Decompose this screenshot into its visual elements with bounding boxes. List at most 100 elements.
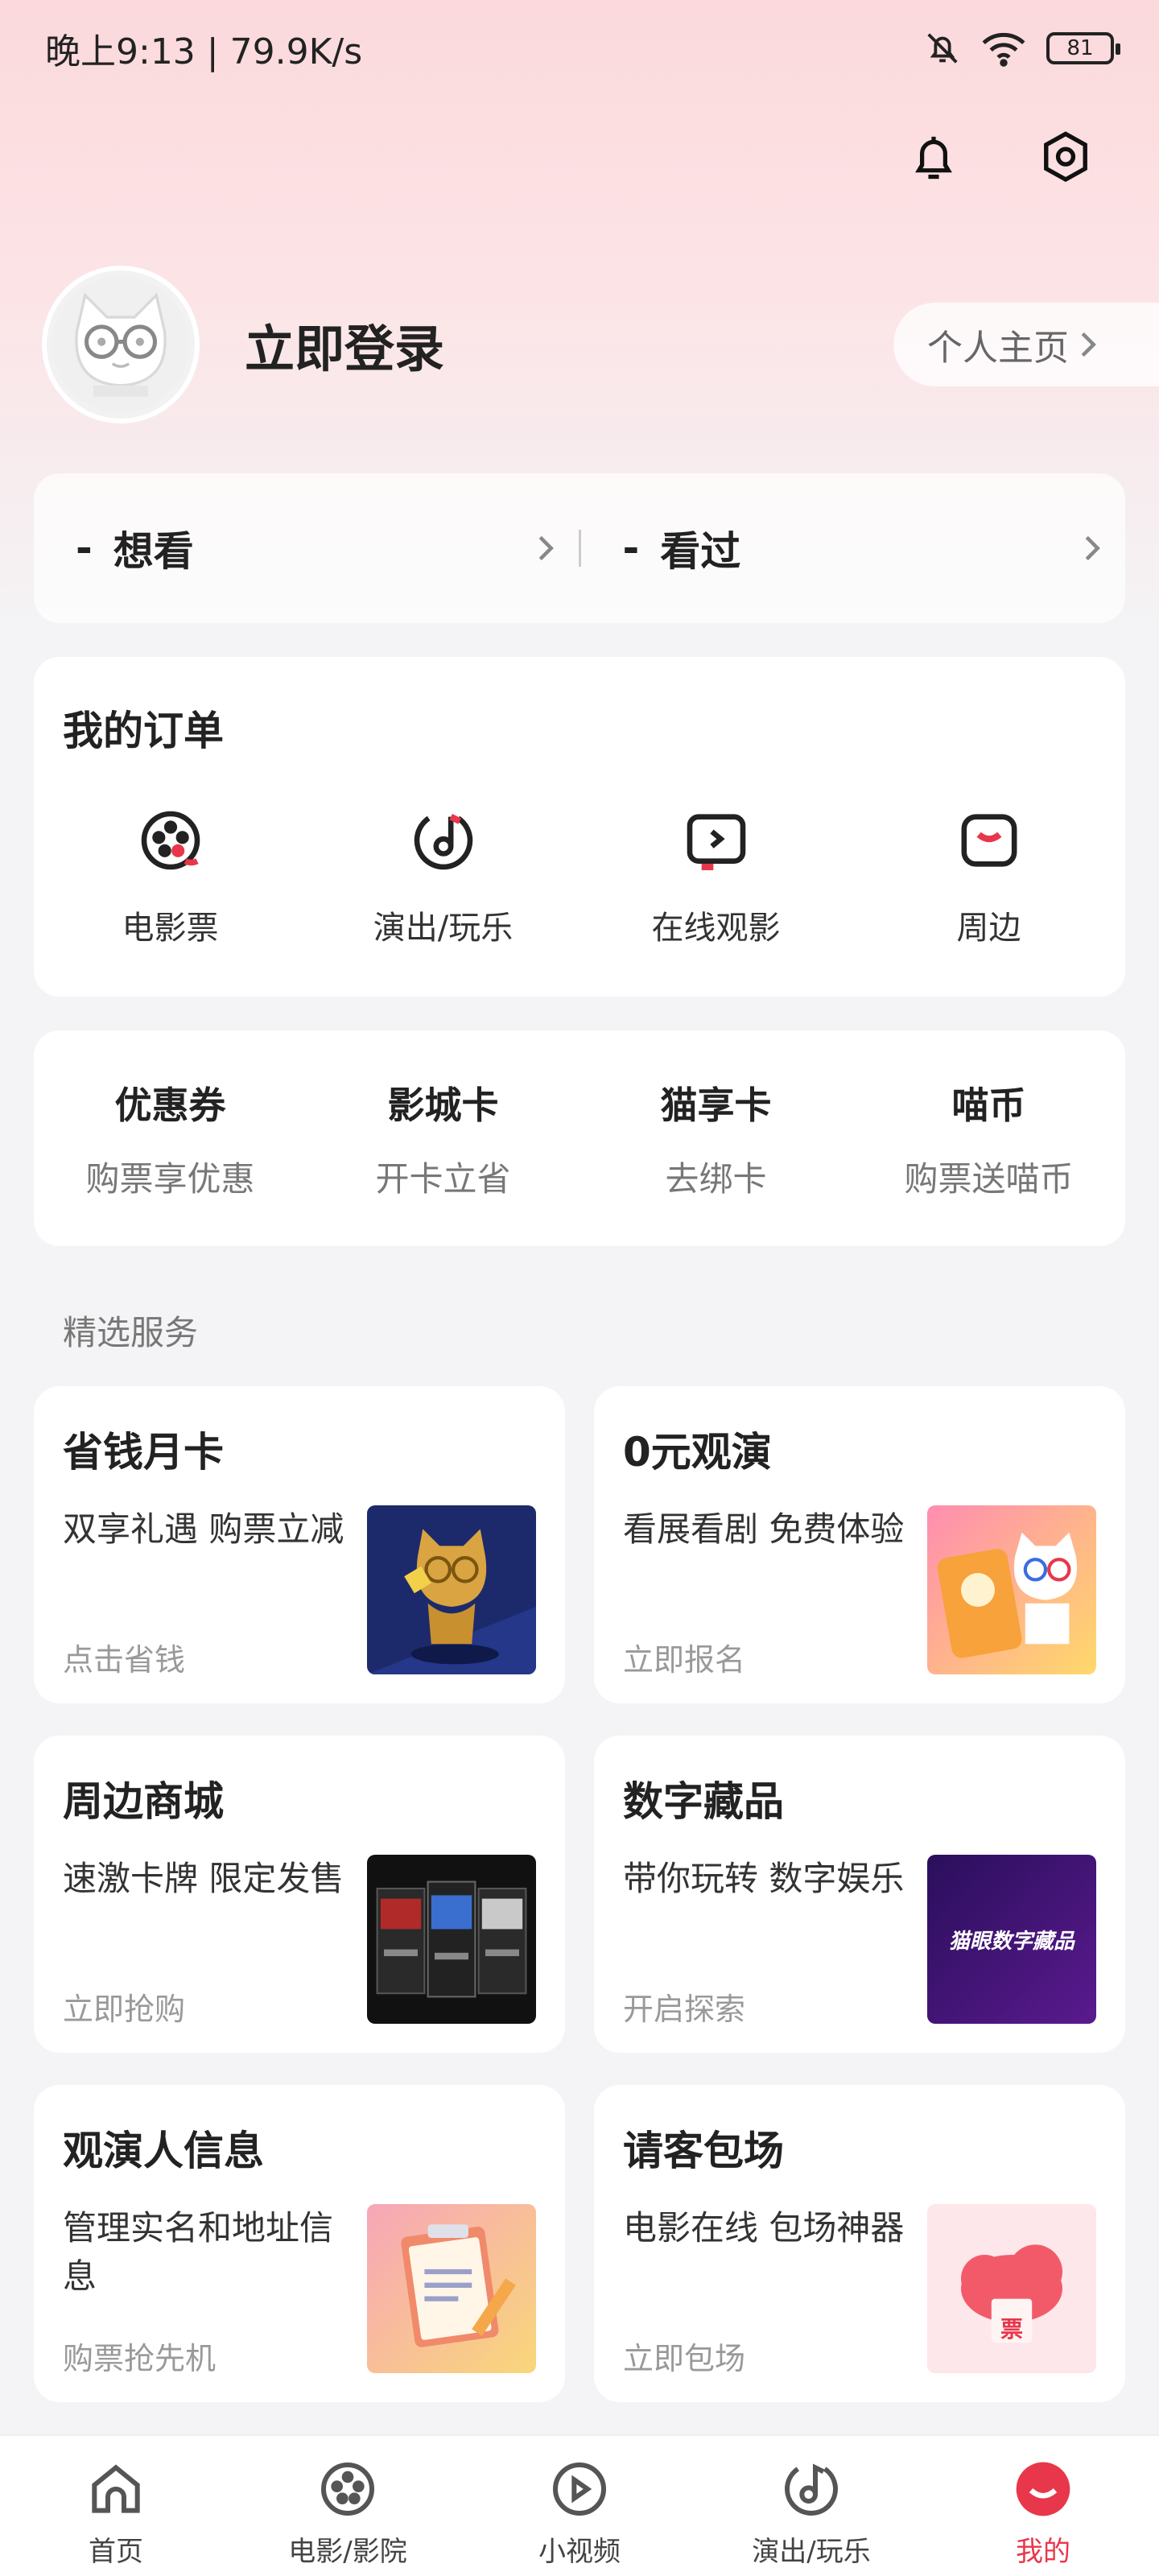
service-image [367, 2204, 536, 2373]
avatar[interactable] [42, 266, 200, 423]
bell-icon [915, 136, 952, 180]
benefit-title: 喵币 [951, 1083, 1026, 1127]
order-label: 在线观影 [651, 910, 781, 947]
service-title: 省钱月卡 [63, 1429, 224, 1476]
order-online-viewing[interactable]: 在线观影 [580, 802, 852, 948]
status-bar: 晚上9:13 | 79.9K/s 81 [0, 0, 1159, 97]
benefit-subtitle: 去绑卡 [665, 1158, 767, 1199]
homepage-label: 个人主页 [927, 328, 1069, 369]
wifi-icon [982, 33, 1025, 67]
benefit-coins[interactable]: 喵币 购票送喵币 [852, 1030, 1125, 1246]
service-description: 速激卡牌 限定发售 [63, 1859, 344, 1898]
service-title: 周边商城 [63, 1778, 224, 1825]
nav-label: 演出/玩乐 [752, 2536, 871, 2568]
trading-card-boxes-image [367, 1855, 536, 2024]
want-label: 想看 [113, 528, 194, 575]
benefit-title: 优惠券 [114, 1083, 226, 1127]
service-action: 立即报名 [623, 1642, 746, 1678]
chevron-right-icon [538, 535, 554, 561]
battery-indicator: 81 [1046, 32, 1120, 64]
homepage-button[interactable]: 个人主页 [893, 303, 1159, 386]
services-section-label: 精选服务 [63, 1313, 199, 1352]
benefits-card: 优惠券 购票享优惠 影城卡 开卡立省 猫享卡 去绑卡 喵币 购票送喵币 [34, 1030, 1125, 1246]
settings-button[interactable] [1037, 129, 1095, 187]
service-card-digital-collectibles[interactable]: 数字藏品 带你玩转 数字娱乐 开启探索 猫眼数字藏品 [594, 1736, 1125, 2053]
order-movie-tickets[interactable]: 电影票 [34, 802, 307, 948]
status-time: 晚上9:13 | 79.9K/s [45, 31, 363, 72]
service-image [367, 1855, 536, 2024]
merch-bag-icon [961, 814, 1017, 867]
watch-summary-card: - 想看 - 看过 [34, 473, 1125, 623]
order-merchandise[interactable]: 周边 [852, 802, 1125, 948]
film-reel-icon [321, 2462, 374, 2516]
mute-bell-icon [927, 33, 958, 64]
nav-short-videos[interactable]: 小视频 [464, 2436, 695, 2576]
ticket-character: 票 [1000, 2316, 1023, 2343]
service-title: 观演人信息 [63, 2128, 264, 2174]
cat-avatar-icon [52, 276, 189, 413]
service-action: 开启探索 [623, 1992, 746, 2027]
benefit-title: 影城卡 [387, 1083, 499, 1127]
watched-item[interactable]: - 看过 [581, 473, 1126, 623]
nav-shows[interactable]: 演出/玩乐 [695, 2436, 927, 2576]
order-label: 演出/玩乐 [373, 910, 514, 947]
nav-home[interactable]: 首页 [0, 2436, 232, 2576]
benefit-cat-card[interactable]: 猫享卡 去绑卡 [580, 1030, 852, 1246]
benefit-coupons[interactable]: 优惠券 购票享优惠 [34, 1030, 307, 1246]
profile-smile-icon [1016, 2462, 1070, 2516]
play-circle-icon [553, 2462, 606, 2516]
service-card-merch-mall[interactable]: 周边商城 速激卡牌 限定发售 立即抢购 [34, 1736, 565, 2053]
service-action: 购票抢先机 [63, 2341, 217, 2376]
music-note-icon [414, 814, 472, 870]
free-ticket-cat-image [927, 1505, 1096, 1674]
orders-title: 我的订单 [63, 708, 224, 754]
benefit-title: 猫享卡 [660, 1083, 772, 1127]
service-description: 看展看剧 免费体验 [623, 1509, 905, 1549]
watched-count: - [622, 525, 640, 572]
service-description: 双享礼遇 购票立减 [63, 1509, 344, 1549]
notification-button[interactable] [905, 129, 963, 187]
order-shows[interactable]: 演出/玩乐 [307, 802, 580, 948]
music-note-icon [785, 2463, 838, 2516]
login-link[interactable]: 立即登录 [245, 308, 444, 381]
benefit-cinema-card[interactable]: 影城卡 开卡立省 [307, 1030, 580, 1246]
service-image [927, 1505, 1096, 1674]
film-reel-icon [141, 811, 200, 870]
service-card-private-screening[interactable]: 请客包场 电影在线 包场神器 立即包场 票 [594, 2085, 1125, 2402]
service-description: 电影在线 包场神器 [623, 2208, 905, 2248]
bottom-navigation: 首页 电影/影院 小视频 演出/玩乐 我的 [0, 2434, 1159, 2576]
status-icons: 81 [924, 30, 1120, 67]
cloud-ticket-image [961, 2244, 1062, 2343]
order-label: 周边 [956, 910, 1021, 947]
benefit-subtitle: 购票送喵币 [904, 1158, 1074, 1199]
service-image: 票 [927, 2204, 1096, 2373]
service-action: 点击省钱 [63, 1642, 186, 1678]
service-title: 请客包场 [623, 2128, 784, 2174]
service-description: 带你玩转 数字娱乐 [623, 1859, 905, 1898]
service-card-free-shows[interactable]: 0元观演 看展看剧 免费体验 立即报名 [594, 1386, 1125, 1703]
nav-label: 首页 [89, 2536, 143, 2568]
watched-label: 看过 [660, 528, 741, 575]
service-title: 0元观演 [623, 1429, 772, 1476]
service-action: 立即包场 [623, 2341, 746, 2376]
battery-level: 81 [1066, 36, 1094, 60]
orders-card: 我的订单 电影票 演出/玩乐 在线观影 周边 [34, 657, 1125, 997]
service-card-monthly-pass[interactable]: 省钱月卡 双享礼遇 购票立减 点击省钱 [34, 1386, 565, 1703]
nav-label: 小视频 [538, 2536, 621, 2568]
nav-mine[interactable]: 我的 [927, 2436, 1159, 2576]
service-image: 猫眼数字藏品 [927, 1855, 1096, 2024]
service-title: 数字藏品 [623, 1778, 784, 1825]
service-card-viewer-info[interactable]: 观演人信息 管理实名和地址信息 购票抢先机 [34, 2085, 565, 2402]
gold-cat-figure-image [367, 1505, 536, 1674]
profile-section: 立即登录 个人主页 [42, 264, 1159, 425]
service-description: 管理实名和地址信息 [63, 2208, 334, 2296]
orders-row: 电影票 演出/玩乐 在线观影 周边 [34, 802, 1125, 948]
play-screen-icon [687, 814, 745, 871]
want-to-watch-item[interactable]: - 想看 [34, 473, 579, 623]
settings-hexagon-icon [1044, 131, 1087, 183]
chevron-right-icon [1081, 332, 1096, 357]
nav-label: 电影/影院 [288, 2536, 407, 2568]
nav-movies[interactable]: 电影/影院 [232, 2436, 464, 2576]
nav-label: 我的 [1016, 2536, 1070, 2568]
service-image [367, 1505, 536, 1674]
